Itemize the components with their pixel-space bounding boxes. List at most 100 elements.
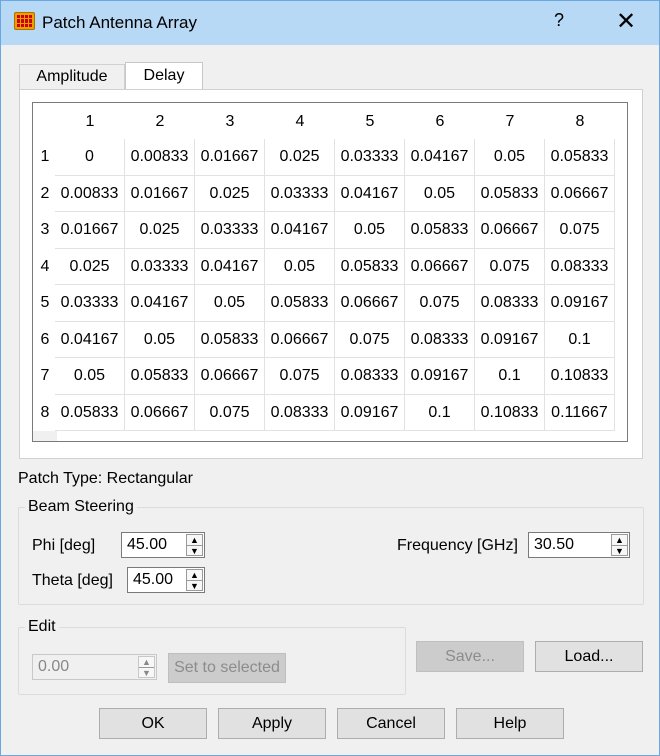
theta-up-icon[interactable]: ▲ — [187, 570, 202, 580]
table-cell[interactable]: 0.08333 — [475, 285, 545, 322]
tab-amplitude[interactable]: Amplitude — [19, 64, 125, 90]
table-cell[interactable]: 0.04167 — [195, 248, 265, 285]
table-cell[interactable]: 0.09167 — [545, 285, 615, 322]
table-cell[interactable]: 0.03333 — [265, 175, 335, 212]
ok-button[interactable]: OK — [99, 708, 207, 739]
table-cell[interactable]: 0.08333 — [405, 321, 475, 358]
column-header[interactable]: 8 — [545, 103, 615, 139]
table-cell[interactable]: 0.04167 — [405, 139, 475, 176]
row-header[interactable]: 2 — [33, 176, 57, 213]
edit-down-icon[interactable]: ▼ — [139, 667, 154, 678]
table-cell[interactable]: 0.075 — [545, 212, 615, 249]
table-cell[interactable]: 0.1 — [475, 358, 545, 395]
column-header[interactable]: 1 — [55, 103, 125, 139]
frequency-down-icon[interactable]: ▼ — [612, 545, 627, 556]
table-cell[interactable]: 0.025 — [195, 175, 265, 212]
table-cell[interactable]: 0.06667 — [125, 394, 195, 431]
table-cell[interactable]: 0.01667 — [125, 175, 195, 212]
edit-value-spinbox[interactable]: ▲ ▼ — [32, 654, 157, 680]
theta-spin-arrows[interactable]: ▲ ▼ — [186, 569, 203, 591]
row-header[interactable]: 6 — [33, 322, 57, 359]
delay-table[interactable]: 1 2 3 4 5 6 7 8 1 2 3 4 5 6 7 8 0 0.00833 0.01667 0.025 0.03… — [32, 102, 628, 442]
edit-value-input[interactable] — [33, 655, 138, 679]
table-cell[interactable]: 0.08333 — [265, 394, 335, 431]
table-cell[interactable]: 0.05833 — [55, 394, 125, 431]
column-header[interactable]: 7 — [475, 103, 545, 139]
table-cell[interactable]: 0.05833 — [335, 248, 405, 285]
table-cell[interactable]: 0.05 — [335, 212, 405, 249]
column-header[interactable]: 2 — [125, 103, 195, 139]
phi-down-icon[interactable]: ▼ — [187, 545, 202, 556]
table-cell[interactable]: 0.06667 — [335, 285, 405, 322]
theta-down-icon[interactable]: ▼ — [187, 580, 202, 591]
table-cell[interactable]: 0.09167 — [335, 394, 405, 431]
table-cell[interactable]: 0.11667 — [545, 394, 615, 431]
table-cell[interactable]: 0.10833 — [545, 358, 615, 395]
table-cell[interactable]: 0.05 — [55, 358, 125, 395]
title-bar[interactable]: Patch Antenna Array ? ✕ — [1, 1, 659, 45]
column-header[interactable]: 4 — [265, 103, 335, 139]
frequency-input[interactable] — [529, 533, 611, 557]
table-cell[interactable]: 0.05 — [195, 285, 265, 322]
table-cell[interactable]: 0.05 — [405, 175, 475, 212]
table-cell[interactable]: 0.04167 — [55, 321, 125, 358]
table-cell[interactable]: 0.03333 — [195, 212, 265, 249]
table-cell[interactable]: 0.08333 — [335, 358, 405, 395]
table-cell[interactable]: 0.01667 — [55, 212, 125, 249]
row-header[interactable]: 1 — [33, 139, 57, 176]
table-cell[interactable]: 0.075 — [335, 321, 405, 358]
table-cell[interactable]: 0.075 — [195, 394, 265, 431]
table-cell[interactable]: 0.075 — [475, 248, 545, 285]
table-cell[interactable]: 0.1 — [545, 321, 615, 358]
help-icon[interactable]: ? — [549, 10, 569, 31]
row-header[interactable]: 4 — [33, 249, 57, 286]
table-cell[interactable]: 0.1 — [405, 394, 475, 431]
table-cell[interactable]: 0.05 — [265, 248, 335, 285]
table-cell[interactable]: 0.025 — [55, 248, 125, 285]
table-cell[interactable]: 0.06667 — [195, 358, 265, 395]
table-cell[interactable]: 0.06667 — [405, 248, 475, 285]
table-cell[interactable]: 0.01667 — [195, 139, 265, 176]
row-header[interactable]: 8 — [33, 395, 57, 432]
theta-spinbox[interactable]: ▲ ▼ — [127, 567, 205, 593]
table-cell[interactable]: 0.05833 — [265, 285, 335, 322]
row-header[interactable]: 5 — [33, 285, 57, 322]
column-header[interactable]: 5 — [335, 103, 405, 139]
theta-input[interactable] — [128, 568, 186, 592]
table-cell[interactable]: 0.04167 — [335, 175, 405, 212]
tab-delay[interactable]: Delay — [125, 62, 203, 90]
close-icon[interactable]: ✕ — [613, 7, 639, 36]
apply-button[interactable]: Apply — [218, 708, 326, 739]
table-cell[interactable]: 0.05833 — [475, 175, 545, 212]
table-cell[interactable]: 0.05833 — [195, 321, 265, 358]
table-cell[interactable]: 0.05833 — [405, 212, 475, 249]
table-cell[interactable]: 0.03333 — [125, 248, 195, 285]
phi-input[interactable] — [122, 533, 186, 557]
row-header[interactable]: 7 — [33, 358, 57, 395]
cancel-button[interactable]: Cancel — [337, 708, 445, 739]
frequency-spinbox[interactable]: ▲ ▼ — [528, 532, 630, 558]
table-cell[interactable]: 0.04167 — [265, 212, 335, 249]
table-cell[interactable]: 0.04167 — [125, 285, 195, 322]
row-header[interactable]: 3 — [33, 212, 57, 249]
phi-up-icon[interactable]: ▲ — [187, 535, 202, 545]
table-cell[interactable]: 0.05833 — [125, 358, 195, 395]
column-header[interactable]: 6 — [405, 103, 475, 139]
table-cell[interactable]: 0.03333 — [335, 139, 405, 176]
edit-spin-arrows[interactable]: ▲ ▼ — [138, 656, 155, 678]
table-cell[interactable]: 0.05 — [125, 321, 195, 358]
table-cell[interactable]: 0.025 — [265, 139, 335, 176]
set-to-selected-button[interactable]: Set to selected — [168, 653, 286, 683]
table-cell[interactable]: 0.05833 — [545, 139, 615, 176]
help-button[interactable]: Help — [456, 708, 564, 739]
table-cell[interactable]: 0.03333 — [55, 285, 125, 322]
table-cell[interactable]: 0.06667 — [475, 212, 545, 249]
table-cell[interactable]: 0.05 — [475, 139, 545, 176]
frequency-up-icon[interactable]: ▲ — [612, 535, 627, 545]
phi-spin-arrows[interactable]: ▲ ▼ — [186, 534, 203, 556]
load-button[interactable]: Load... — [535, 641, 643, 672]
edit-up-icon[interactable]: ▲ — [139, 657, 154, 667]
table-cell[interactable]: 0.00833 — [125, 139, 195, 176]
table-cell[interactable]: 0.075 — [405, 285, 475, 322]
table-cell[interactable]: 0.06667 — [265, 321, 335, 358]
